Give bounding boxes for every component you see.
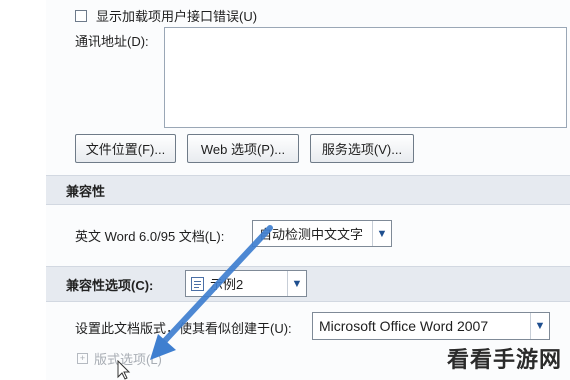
- mailing-address-row: 通讯地址(D):: [75, 31, 149, 50]
- chevron-down-icon[interactable]: ▼: [530, 313, 549, 339]
- compat-section-title: 兼容性: [66, 183, 106, 199]
- addin-errors-checkbox[interactable]: [75, 9, 87, 22]
- document-icon: [191, 276, 204, 291]
- chevron-down-icon[interactable]: ▼: [372, 221, 391, 246]
- expand-icon[interactable]: +: [77, 353, 88, 364]
- compat-section-header: 兼容性: [46, 175, 570, 205]
- layout-version-value: Microsoft Office Word 2007: [319, 318, 489, 334]
- compat-doc-select[interactable]: 示例2 ▼: [185, 270, 307, 297]
- watermark-logo: 看看手游网: [446, 347, 562, 372]
- compat-select-value: 自动检测中文文字: [259, 227, 364, 242]
- mailing-address-label: 通讯地址(D):: [75, 34, 149, 49]
- addin-errors-label: 显示加载项用户接口错误(U): [96, 9, 258, 24]
- addin-errors-row[interactable]: 显示加载项用户接口错误(U): [75, 6, 257, 25]
- chevron-down-icon[interactable]: ▼: [287, 271, 306, 296]
- mouse-cursor-icon: [117, 360, 131, 380]
- compat-doc-value: 示例2: [210, 277, 244, 292]
- layout-label: 设置此文档版式，使其看似创建于(U):: [75, 321, 292, 336]
- mailing-address-field[interactable]: [164, 27, 567, 128]
- left-navigation-edge: [0, 0, 47, 380]
- file-locations-button[interactable]: 文件位置(F)...: [75, 134, 176, 163]
- compat-row: 英文 Word 6.0/95 文档(L):: [75, 226, 224, 245]
- compat-select[interactable]: 自动检测中文文字 ▼: [252, 220, 392, 247]
- web-options-button[interactable]: Web 选项(P)...: [187, 134, 299, 163]
- compat-label: 英文 Word 6.0/95 文档(L):: [75, 229, 225, 244]
- options-pane: 显示加载项用户接口错误(U) 通讯地址(D): 文件位置(F)... Web 选…: [46, 0, 570, 380]
- compat-options-title: 兼容性选项(C):: [66, 277, 154, 293]
- layout-version-select[interactable]: Microsoft Office Word 2007 ▼: [312, 312, 550, 340]
- service-options-button[interactable]: 服务选项(V)...: [310, 134, 414, 163]
- layout-row: 设置此文档版式，使其看似创建于(U):: [75, 318, 292, 337]
- compat-options-section-header: 兼容性选项(C):: [46, 266, 570, 302]
